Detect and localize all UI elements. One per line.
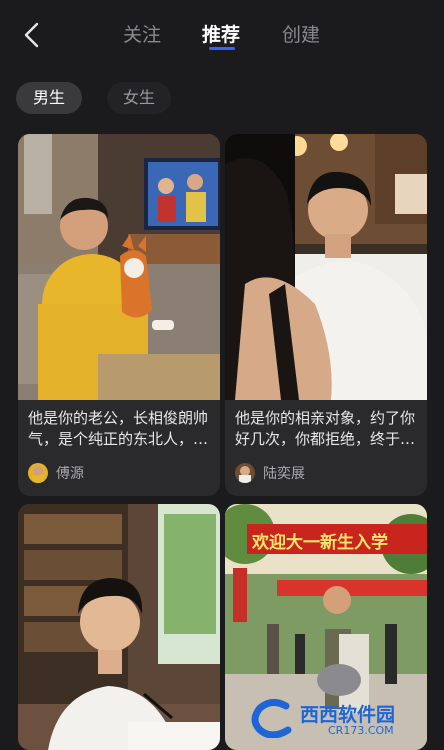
watermark-name: 西西软件园 xyxy=(300,704,396,726)
tab-bar: 关注 推荐 创建 xyxy=(0,0,444,70)
character-card[interactable] xyxy=(18,504,220,750)
character-card[interactable]: 他是你的相亲对象，约了你好几次，你都拒绝，终于答应见面 陆奕展 xyxy=(225,134,427,496)
author-name: 傅源 xyxy=(56,466,84,482)
avatar xyxy=(28,463,48,483)
filter-male-chip[interactable]: 男生 xyxy=(16,82,82,114)
card-image xyxy=(18,134,220,400)
filter-female-chip[interactable]: 女生 xyxy=(107,82,171,114)
avatar xyxy=(235,463,255,483)
watermark-logo-icon xyxy=(251,699,292,738)
top-bar: 关注 推荐 创建 xyxy=(0,0,444,70)
tab-create[interactable]: 创建 xyxy=(282,20,320,47)
author-name: 陆奕展 xyxy=(263,466,305,482)
watermark: 西西软件园 CR173.COM xyxy=(250,694,432,740)
card-image xyxy=(18,504,220,750)
card-description: 他是你的相亲对象，约了你好几次，你都拒绝，终于答应见面 xyxy=(235,409,416,448)
character-card[interactable]: 他是你的老公，长相俊朗帅气，是个纯正的东北人，性格直爽 傅源 xyxy=(18,134,220,496)
card-author: 陆奕展 xyxy=(235,462,305,484)
watermark-domain: CR173.COM xyxy=(328,724,394,737)
tab-recommend[interactable]: 推荐 xyxy=(202,20,240,47)
card-image xyxy=(225,134,427,400)
card-author: 傅源 xyxy=(28,462,84,484)
tab-follow[interactable]: 关注 xyxy=(123,20,161,47)
card-description: 他是你的老公，长相俊朗帅气，是个纯正的东北人，性格直爽 xyxy=(28,409,209,448)
banner-text: 欢迎大一新生入学 xyxy=(252,533,388,553)
active-tab-indicator xyxy=(209,47,235,50)
